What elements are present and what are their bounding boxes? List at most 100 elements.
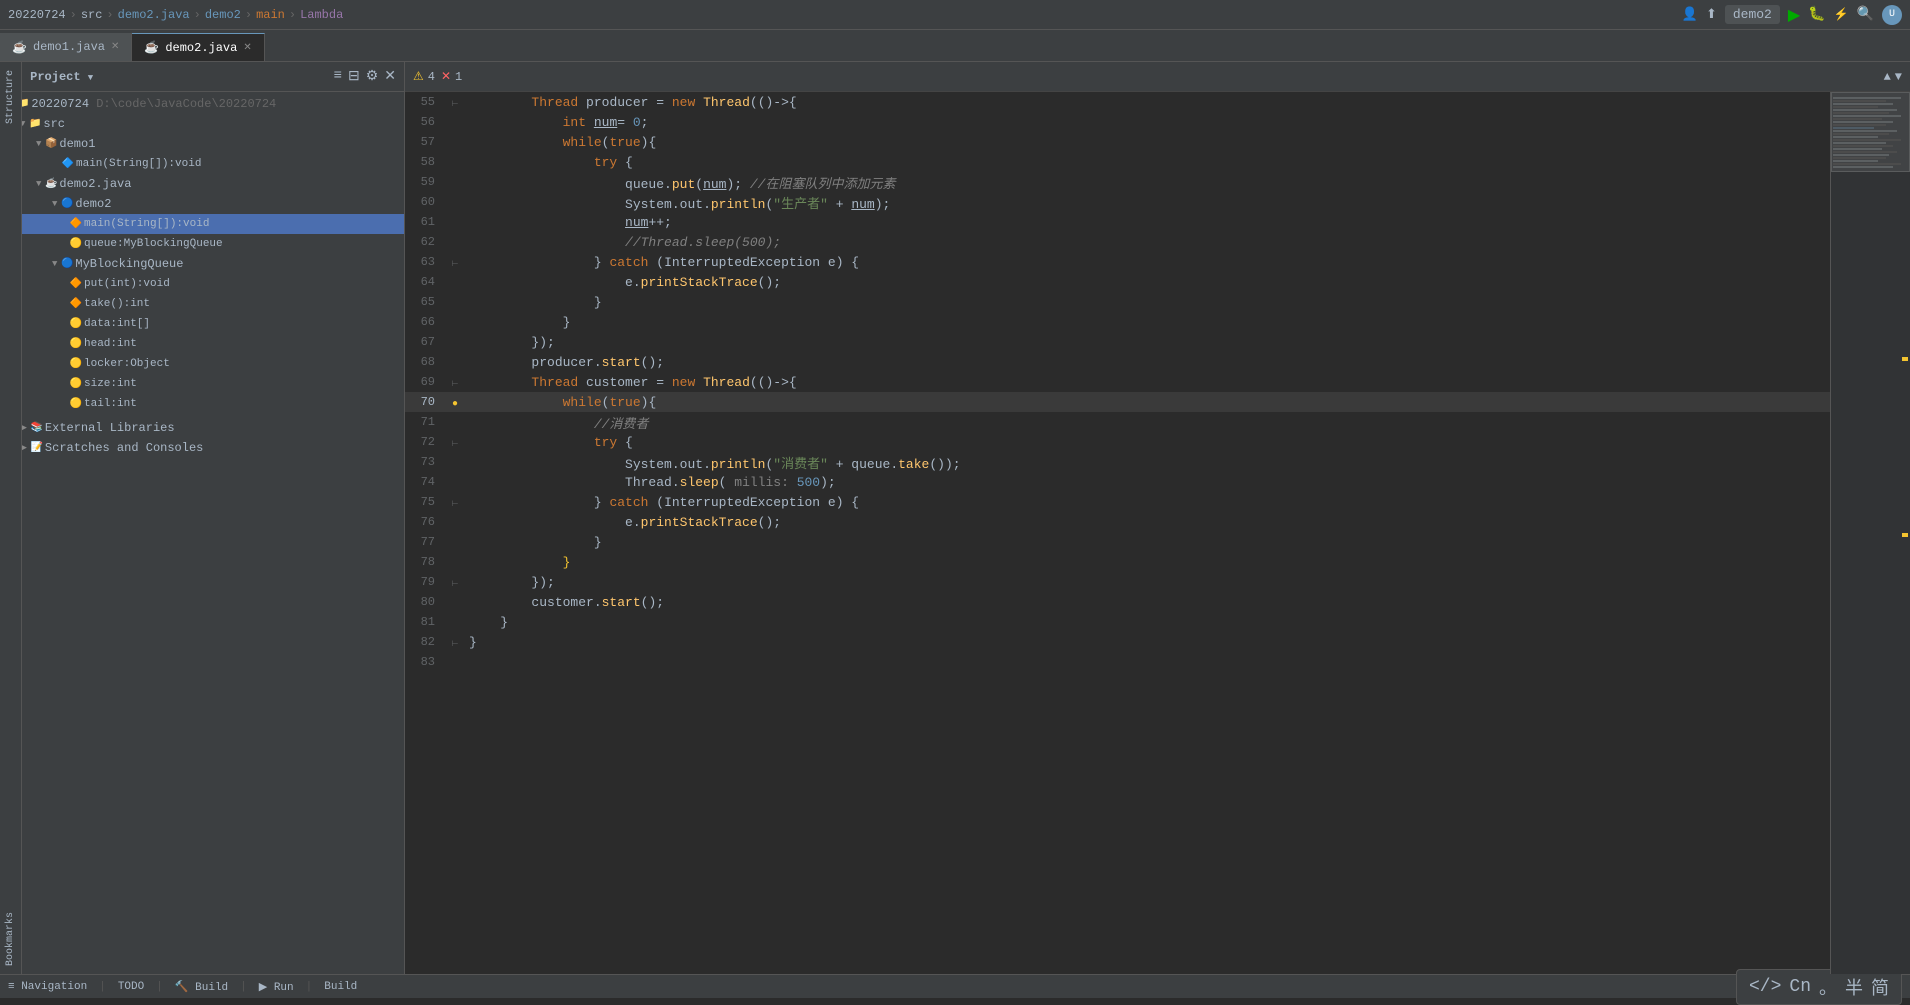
tree-item-take[interactable]: 🔶 take():int bbox=[0, 294, 404, 314]
user-icon[interactable]: 👤 bbox=[1682, 7, 1698, 22]
tree-item-extlibs[interactable]: ▶ 📚 External Libraries bbox=[0, 418, 404, 438]
debug-button[interactable]: 🐛 bbox=[1808, 6, 1825, 23]
line-num-71: 71 bbox=[405, 412, 445, 432]
data-field-icon: 🟡 bbox=[68, 316, 84, 332]
code-line-81: } bbox=[465, 612, 1830, 632]
fold-69[interactable]: ⊢ bbox=[452, 380, 459, 389]
fold-55[interactable]: ⊢ bbox=[452, 100, 459, 109]
tree-item-data-label: data:int[] bbox=[84, 318, 150, 330]
breadcrumb-class: demo2 bbox=[205, 8, 241, 22]
status-build1[interactable]: 🔨 Build bbox=[175, 980, 228, 994]
status-separator3: | bbox=[240, 981, 247, 993]
run-coverage[interactable]: ⚡ bbox=[1834, 7, 1849, 22]
run-config[interactable]: demo2 bbox=[1725, 5, 1780, 24]
code-row-61: 61 num++; bbox=[405, 212, 1830, 232]
close-sidebar-icon[interactable]: ✕ bbox=[384, 68, 396, 85]
code-line-59: queue.put(num); //在阻塞队列中添加元素 bbox=[465, 172, 1830, 192]
cn-simple: 简 bbox=[1871, 974, 1889, 1000]
line-num-64: 64 bbox=[405, 272, 445, 292]
sidebar-dropdown[interactable]: ▼ bbox=[88, 73, 93, 83]
run-button[interactable]: ▶ bbox=[1788, 5, 1800, 25]
tree-item-data[interactable]: 🟡 data:int[] bbox=[0, 314, 404, 334]
gutter-57 bbox=[445, 132, 465, 152]
tree-item-src[interactable]: ▼ 📁 src bbox=[0, 114, 404, 134]
tree-item-locker[interactable]: 🟡 locker:Object bbox=[0, 354, 404, 374]
code-line-72: try { bbox=[465, 432, 1830, 452]
top-bar: 20220724 › src › demo2.java › demo2 › ma… bbox=[0, 0, 1910, 30]
code-row-73: 73 System.out.println("消费者" + queue.take… bbox=[405, 452, 1830, 472]
status-todo[interactable]: TODO bbox=[118, 981, 144, 993]
code-row-55: 55 ⊢ Thread producer = new Thread(()->{ bbox=[405, 92, 1830, 112]
status-navigation[interactable]: ≡ Navigation bbox=[8, 981, 87, 993]
status-run[interactable]: ▶ Run bbox=[259, 980, 294, 994]
tree-item-tail-label: tail:int bbox=[84, 398, 137, 410]
tree-item-demo1[interactable]: ▼ 📦 demo1 bbox=[0, 134, 404, 154]
warnings-bar: ⚠ 4 ✕ 1 ▲ ▼ bbox=[405, 62, 1910, 92]
code-line-68: producer.start(); bbox=[465, 352, 1830, 372]
tree-item-queue-label: queue:MyBlockingQueue bbox=[84, 238, 223, 250]
breakpoint-70[interactable]: ● bbox=[452, 399, 458, 410]
tree-item-put[interactable]: 🔶 put(int):void bbox=[0, 274, 404, 294]
line-num-76: 76 bbox=[405, 512, 445, 532]
left-panel: Structure Bookmarks bbox=[0, 62, 22, 974]
tree-item-main2[interactable]: 🔶 main(String[]):void bbox=[0, 214, 404, 234]
errors-indicator[interactable]: ✕ 1 bbox=[441, 69, 462, 84]
tree-item-tail[interactable]: 🟡 tail:int bbox=[0, 394, 404, 414]
tree-item-root[interactable]: ▼ 📁 20220724 D:\code\JavaCode\20220724 bbox=[0, 94, 404, 114]
nav-up-icon[interactable]: ▲ bbox=[1884, 70, 1891, 84]
fold-75[interactable]: ⊢ bbox=[452, 500, 459, 509]
tree-item-scratches-label: Scratches and Consoles bbox=[45, 441, 203, 455]
line-num-63: 63 bbox=[405, 252, 445, 272]
breadcrumb-src: src bbox=[81, 8, 103, 22]
line-num-57: 57 bbox=[405, 132, 445, 152]
search-icon[interactable]: 🔍 bbox=[1857, 6, 1874, 23]
vcs-icon[interactable]: ⬆ bbox=[1706, 7, 1717, 22]
tree-item-mbq[interactable]: ▼ 🔵 MyBlockingQueue bbox=[0, 254, 404, 274]
collapse-all-icon[interactable]: ≡ bbox=[334, 68, 342, 85]
code-row-68: 68 producer.start(); bbox=[405, 352, 1830, 372]
line-num-74: 74 bbox=[405, 472, 445, 492]
line-num-68: 68 bbox=[405, 352, 445, 372]
code-row-62: 62 //Thread.sleep(500); bbox=[405, 232, 1830, 252]
tree-item-root-label: 20220724 D:\code\JavaCode\20220724 bbox=[31, 97, 276, 111]
tab-demo2[interactable]: ☕ demo2.java ✕ bbox=[132, 33, 264, 61]
tab-demo1[interactable]: ☕ demo1.java ✕ bbox=[0, 33, 132, 61]
tree-item-head[interactable]: 🟡 head:int bbox=[0, 334, 404, 354]
bookmarks-label[interactable]: Bookmarks bbox=[3, 904, 18, 974]
gutter-64 bbox=[445, 272, 465, 292]
gutter-82: ⊢ bbox=[445, 632, 465, 652]
expand-icon[interactable]: ⊟ bbox=[348, 68, 360, 85]
line-num-83: 83 bbox=[405, 652, 445, 672]
code-line-75: } catch (InterruptedException e) { bbox=[465, 492, 1830, 512]
tree-item-size[interactable]: 🟡 size:int bbox=[0, 374, 404, 394]
fold-63[interactable]: ⊢ bbox=[452, 260, 459, 269]
status-build2[interactable]: Build bbox=[324, 981, 357, 993]
breadcrumb-method: main bbox=[256, 8, 285, 22]
cn-dot: 。 bbox=[1819, 974, 1837, 1000]
error-icon: ✕ bbox=[441, 69, 451, 84]
warnings-indicator[interactable]: ⚠ 4 bbox=[413, 69, 435, 84]
line-num-58: 58 bbox=[405, 152, 445, 172]
fold-82[interactable]: ⊢ bbox=[452, 640, 459, 649]
nav-down-icon[interactable]: ▼ bbox=[1895, 70, 1902, 84]
mbq-class-icon: 🔵 bbox=[59, 256, 75, 272]
tree-item-queue[interactable]: 🟡 queue:MyBlockingQueue bbox=[0, 234, 404, 254]
tree-item-demo2java[interactable]: ▼ ☕ demo2.java bbox=[0, 174, 404, 194]
gutter-56 bbox=[445, 112, 465, 132]
code-row-57: 57 while(true){ bbox=[405, 132, 1830, 152]
fold-79[interactable]: ⊢ bbox=[452, 580, 459, 589]
structure-label[interactable]: Structure bbox=[3, 62, 18, 132]
demo2java-arrow: ▼ bbox=[36, 179, 41, 189]
gutter-66 bbox=[445, 312, 465, 332]
tree-item-scratches[interactable]: ▶ 📝 Scratches and Consoles bbox=[0, 438, 404, 458]
tab-demo1-close[interactable]: ✕ bbox=[111, 41, 119, 53]
tree-item-main1[interactable]: 🔷 main(String[]):void bbox=[0, 154, 404, 174]
settings-icon[interactable]: ⚙ bbox=[366, 68, 379, 85]
size-field-icon: 🟡 bbox=[68, 376, 84, 392]
tree-item-demo2class[interactable]: ▼ 🔵 demo2 bbox=[0, 194, 404, 214]
code-row-79: 79 ⊢ }); bbox=[405, 572, 1830, 592]
tab-demo2-close[interactable]: ✕ bbox=[243, 42, 251, 54]
fold-72[interactable]: ⊢ bbox=[452, 440, 459, 449]
tab-demo2-icon: ☕ bbox=[144, 40, 159, 55]
code-scroll-area[interactable]: 55 ⊢ Thread producer = new Thread(()->{ … bbox=[405, 92, 1830, 974]
